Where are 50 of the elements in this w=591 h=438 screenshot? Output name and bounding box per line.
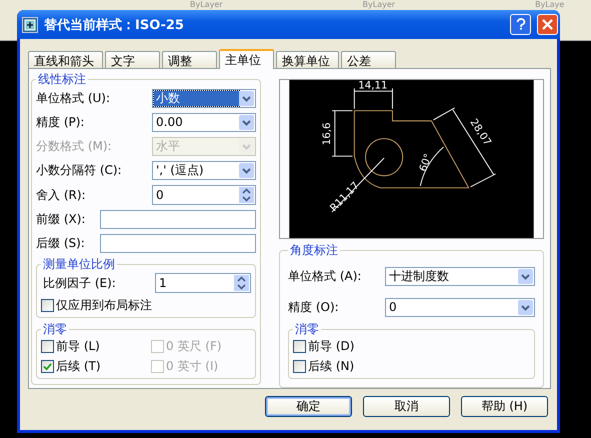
- toolbar-text: ByLaye: [535, 0, 564, 9]
- spin-field[interactable]: 1: [155, 273, 251, 293]
- checkbox[interactable]: 后续 (T): [41, 358, 101, 375]
- field-label: 单位格式 (A):: [288, 268, 362, 285]
- spin-field[interactable]: 0: [152, 185, 256, 205]
- checkbox[interactable]: 仅应用到布局标注: [41, 297, 152, 314]
- field-label: 小数分隔符 (C):: [36, 162, 122, 179]
- dialog-button[interactable]: 帮助 (H): [461, 396, 548, 417]
- dropdown[interactable]: ',' (逗点): [152, 161, 256, 180]
- field-label: 比例因子 (E):: [42, 274, 116, 292]
- tab[interactable]: 换算单位: [276, 51, 339, 68]
- tab[interactable]: 主单位: [219, 49, 274, 69]
- dropdown[interactable]: 十进制度数: [385, 267, 535, 286]
- dropdown[interactable]: 0: [385, 298, 535, 317]
- field-label: 单位格式 (U):: [36, 90, 110, 107]
- window-title: 替代当前样式：ISO-25: [44, 16, 184, 34]
- check-mark-icon: [43, 362, 52, 371]
- group-title: 测量单位比例: [42, 256, 116, 273]
- help-button[interactable]: [510, 14, 531, 35]
- tab[interactable]: 调整: [162, 51, 217, 68]
- field-label: 后缀 (S):: [36, 235, 85, 252]
- dialog-icon: [22, 16, 38, 32]
- text-field[interactable]: [100, 234, 256, 253]
- dialog-button[interactable]: 取消: [363, 396, 450, 417]
- question-mark-icon: [516, 18, 526, 31]
- group-title: 消零: [294, 321, 320, 338]
- field-label: 分数格式 (M):: [36, 138, 112, 155]
- dropdown[interactable]: 0.00: [152, 113, 256, 132]
- dialog-button[interactable]: 确定: [265, 396, 352, 417]
- checkbox[interactable]: 后续 (N): [293, 358, 354, 375]
- spin-arrows-icon[interactable]: [234, 275, 249, 291]
- tab[interactable]: 公差: [341, 51, 396, 68]
- spin-arrows-icon[interactable]: [239, 187, 254, 203]
- checkbox[interactable]: 前导 (D): [293, 338, 354, 355]
- field-label: 精度 (P):: [36, 114, 84, 131]
- field-label: 舍入 (R):: [36, 186, 86, 204]
- checkbox[interactable]: 前导 (L): [41, 338, 100, 355]
- tab[interactable]: 文字: [105, 51, 160, 68]
- group-title: 线性标注: [37, 71, 87, 88]
- text-field[interactable]: [100, 210, 256, 229]
- group-title: 消零: [42, 321, 68, 338]
- dropdown[interactable]: 小数: [152, 89, 256, 108]
- group-title: 角度标注: [289, 242, 339, 259]
- toolbar-text: ByLayer: [190, 0, 223, 9]
- toolbar-text: ByLayer: [362, 0, 396, 9]
- field-label: 前缀 (X):: [36, 211, 86, 228]
- close-button[interactable]: [537, 14, 558, 35]
- close-icon: [542, 19, 553, 30]
- field-label: 精度 (O):: [288, 299, 339, 316]
- tab[interactable]: 直线和箭头: [28, 51, 103, 68]
